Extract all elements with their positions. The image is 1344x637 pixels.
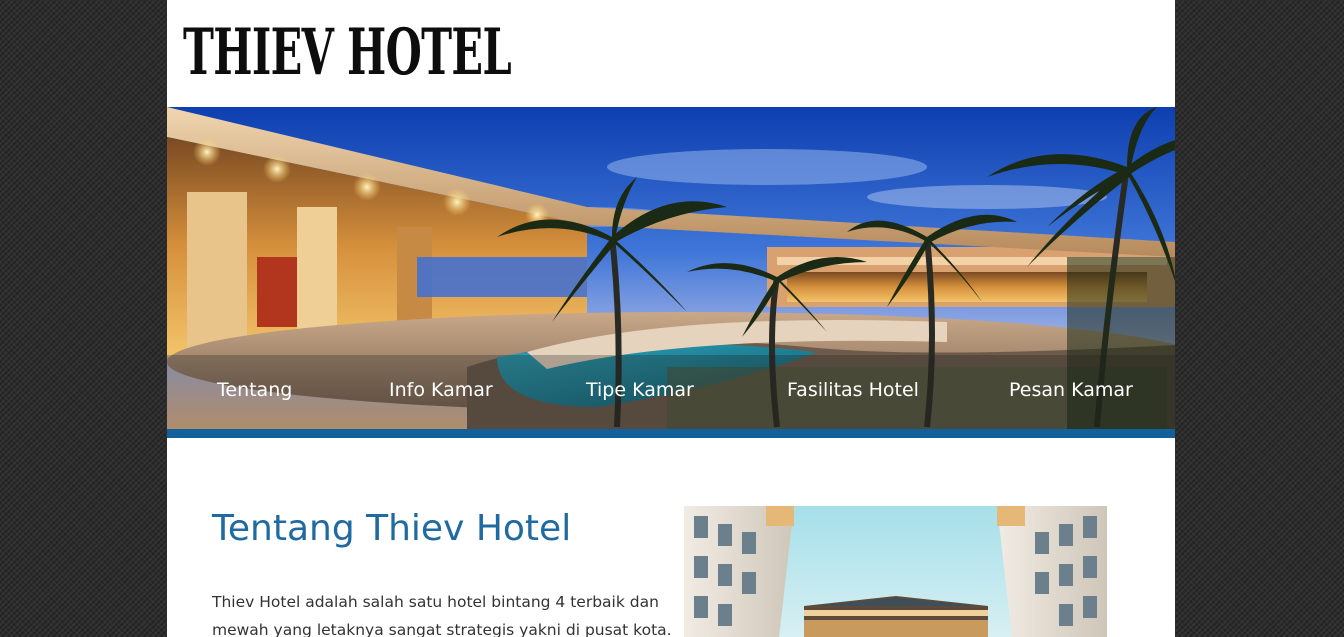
nav-item-info-kamar[interactable]: Info Kamar [389,379,493,401]
about-title: Tentang Thiev Hotel [212,508,572,549]
main-navigation: Tentang Info Kamar Tipe Kamar Fasilitas … [167,355,1175,429]
hero-banner: Tentang Info Kamar Tipe Kamar Fasilitas … [167,107,1175,429]
about-paragraph: Thiev Hotel adalah salah satu hotel bint… [212,593,672,637]
site-header: THIEV HOTEL [167,0,1175,107]
nav-item-tentang[interactable]: Tentang [217,379,292,401]
nav-item-fasilitas-hotel[interactable]: Fasilitas Hotel [787,379,919,401]
hotel-building-photo [684,506,1107,637]
accent-divider [167,429,1175,438]
nav-item-pesan-kamar[interactable]: Pesan Kamar [1009,379,1133,401]
page-container: THIEV HOTEL Tentang Info Kamar Tipe Kama… [167,0,1175,637]
logo-text: THIEV HOTEL [183,15,511,82]
site-logo[interactable]: THIEV HOTEL [181,6,516,82]
nav-item-tipe-kamar[interactable]: Tipe Kamar [586,379,694,401]
